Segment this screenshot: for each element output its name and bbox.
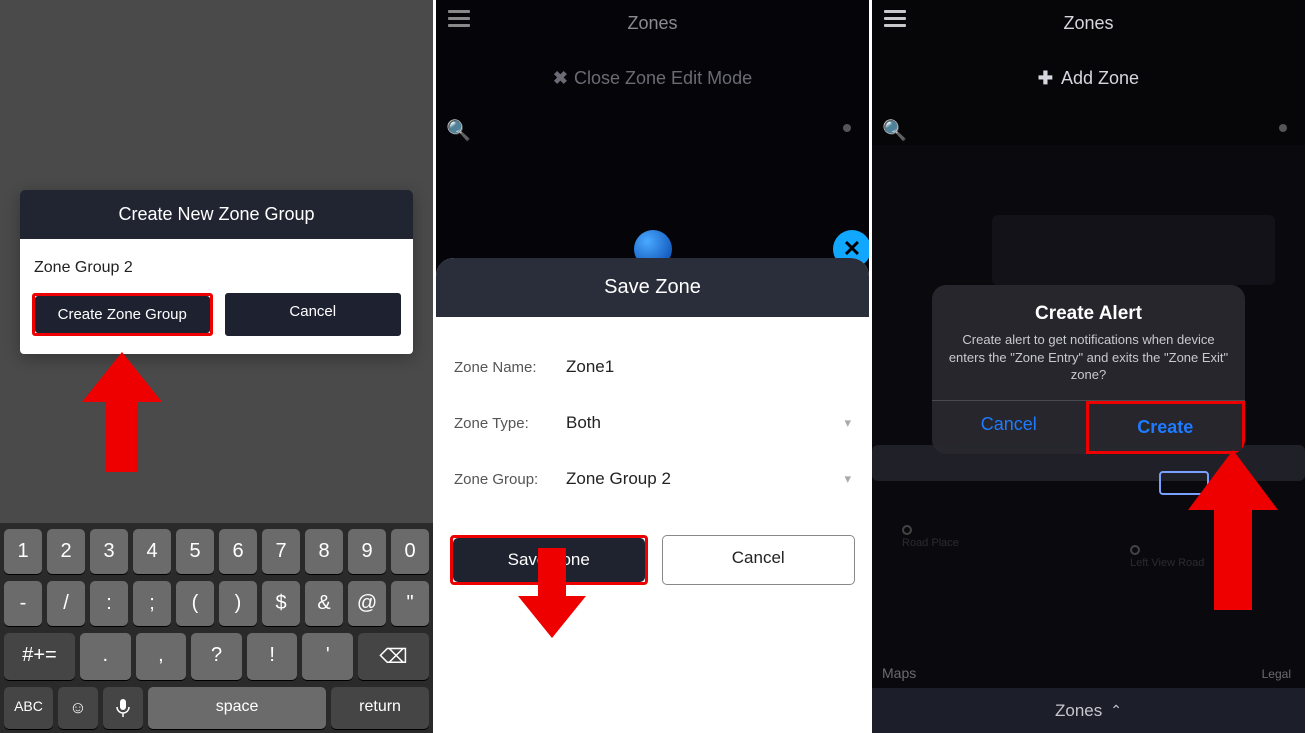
sheet-title: Save Zone [436,258,869,317]
create-button-highlight: Create [1086,401,1246,454]
alert-title: Create Alert [948,303,1229,325]
alert-create-button[interactable]: Create [1089,404,1243,451]
zone-type-label: Zone Type: [454,415,566,432]
key-mic[interactable] [103,687,143,729]
close-edit-label: Close Zone Edit Mode [574,68,752,88]
key-9[interactable]: 9 [348,529,386,574]
ios-keyboard: 1234567890 -/:;()$&@" #+= .,?!' ⌫ ABC ☺ … [0,523,433,733]
zone-group-select[interactable]: Zone Group 2 [566,469,844,489]
key-backspace[interactable]: ⌫ [358,633,429,680]
chevron-up-icon: ⌃ [1110,702,1122,719]
alert-actions: Cancel Create [932,400,1245,454]
key-.[interactable]: . [80,633,131,680]
zone-name-row: Zone Name: Zone1 [454,339,851,395]
annotation-arrow-icon [82,352,162,472]
key-4[interactable]: 4 [133,529,171,574]
screen-create-zone-group: Create New Zone Group Zone Group 2 Creat… [0,0,436,733]
zone-group-name-input[interactable]: Zone Group 2 [32,253,401,293]
key-0[interactable]: 0 [391,529,429,574]
key-@[interactable]: @ [348,581,386,626]
key-emoji[interactable]: ☺ [58,687,98,729]
zone-name-label: Zone Name: [454,359,566,376]
add-zone-button[interactable]: ✚ Add Zone [872,46,1305,111]
sheet-actions: Save Zone Cancel [436,529,869,605]
map-poi: Road Place [902,525,959,549]
create-button-highlight: Create Zone Group [32,293,213,336]
search-icon[interactable]: 🔍 [882,118,907,143]
alert-body: Create Alert Create alert to get notific… [932,285,1245,400]
topbar: Zones [436,0,869,46]
dialog-body: Zone Group 2 Create Zone Group Cancel [20,239,413,354]
key-6[interactable]: 6 [219,529,257,574]
key-/[interactable]: / [47,581,85,626]
key-([interactable]: ( [176,581,214,626]
key-$[interactable]: $ [262,581,300,626]
zone-type-row: Zone Type: Both ▾ [454,395,851,451]
screen-save-zone: Zones ✖Close Zone Edit Mode 🔍 ✕ Save Zon… [436,0,872,733]
key-"[interactable]: " [391,581,429,626]
map-attribution: Maps [882,665,916,681]
zone-type-select[interactable]: Both [566,413,844,433]
key-5[interactable]: 5 [176,529,214,574]
key-abc[interactable]: ABC [4,687,53,729]
add-zone-label: Add Zone [1061,68,1139,88]
overflow-icon[interactable] [1279,124,1287,132]
close-icon: ✖ [553,68,568,88]
create-zone-group-button[interactable]: Create Zone Group [35,296,210,333]
key-return[interactable]: return [331,687,429,729]
key-&[interactable]: & [305,581,343,626]
map-legal-link[interactable]: Legal [1262,667,1291,681]
key--[interactable]: - [4,581,42,626]
plus-icon: ✚ [1038,68,1053,88]
dialog-button-row: Create Zone Group Cancel [32,293,401,336]
zones-bottom-toggle[interactable]: Zones ⌃ [872,688,1305,733]
create-zone-group-dialog: Create New Zone Group Zone Group 2 Creat… [20,190,413,354]
cancel-button[interactable]: Cancel [662,535,856,585]
topbar-title: Zones [1063,13,1113,34]
key-8[interactable]: 8 [305,529,343,574]
topbar-title: Zones [627,13,677,34]
search-icon[interactable]: 🔍 [446,118,471,143]
zone-group-row: Zone Group: Zone Group 2 ▾ [454,451,851,507]
menu-icon[interactable] [884,10,906,27]
zone-group-label: Zone Group: [454,471,566,488]
topbar: Zones [872,0,1305,46]
dialog-title: Create New Zone Group [20,190,413,239]
alert-message: Create alert to get notifications when d… [948,331,1229,384]
menu-icon[interactable] [448,10,470,27]
key-?[interactable]: ? [191,633,242,680]
create-alert-dialog: Create Alert Create alert to get notific… [932,285,1245,454]
key-![interactable]: ! [247,633,298,680]
annotation-arrow-icon [1188,450,1278,610]
map-feature [992,215,1275,285]
key-;[interactable]: ; [133,581,171,626]
cancel-button[interactable]: Cancel [225,293,402,336]
chevron-down-icon: ▾ [844,471,851,487]
alert-cancel-button[interactable]: Cancel [932,401,1086,454]
close-zone-edit-button[interactable]: ✖ Close Zone Edit Mode [436,46,869,111]
zone-name-input[interactable]: Zone1 [566,357,851,377]
key-1[interactable]: 1 [4,529,42,574]
key-)[interactable]: ) [219,581,257,626]
key-,[interactable]: , [136,633,187,680]
chevron-down-icon: ▾ [844,415,851,431]
key-symbols-shift[interactable]: #+= [4,633,75,680]
key-space[interactable]: space [148,687,326,729]
save-zone-sheet: Save Zone Zone Name: Zone1 Zone Type: Bo… [436,258,869,733]
key-7[interactable]: 7 [262,529,300,574]
key-'[interactable]: ' [302,633,353,680]
bottom-label: Zones [1055,701,1102,721]
key-3[interactable]: 3 [90,529,128,574]
sheet-body: Zone Name: Zone1 Zone Type: Both ▾ Zone … [436,317,869,529]
screen-create-alert: Zones ✚Add Zone 🔍 Road Place Left View R… [872,0,1308,733]
key-:[interactable]: : [90,581,128,626]
key-2[interactable]: 2 [47,529,85,574]
overflow-icon[interactable] [843,124,851,132]
annotation-arrow-icon [518,548,586,638]
